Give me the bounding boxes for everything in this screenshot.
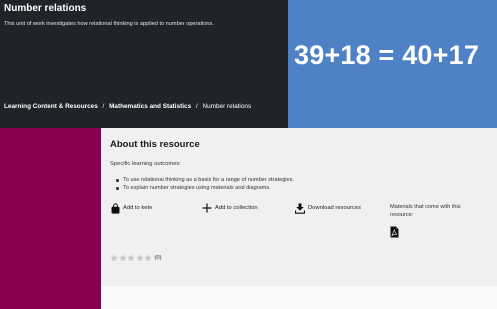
download-icon: [295, 203, 305, 214]
page-description: This unit of work investigates how relat…: [4, 21, 214, 27]
section-title: About this resource: [110, 139, 200, 150]
breadcrumb-separator: /: [102, 103, 105, 110]
add-to-kete-button[interactable]: Add to kete: [111, 202, 152, 214]
star-icon[interactable]: [127, 254, 135, 262]
side-color-band: [0, 128, 101, 309]
pdf-file-link[interactable]: [390, 225, 399, 243]
breadcrumb: Learning Content & Resources / Mathemati…: [4, 103, 251, 110]
page-title: Number relations: [4, 3, 87, 14]
rating-count: (0): [154, 255, 162, 261]
outcome-item: To explain number strategies using mater…: [115, 184, 294, 192]
star-icon[interactable]: [144, 254, 152, 262]
add-to-collection-button[interactable]: Add to collection: [202, 202, 258, 214]
bag-icon: [111, 202, 120, 214]
star-icon[interactable]: [118, 254, 127, 262]
outcome-item: To use relational thinking as a basis fo…: [115, 176, 294, 184]
materials-label: Materials that come with this resource:: [390, 204, 461, 218]
outcomes-label: Specific learning outcomes:: [110, 161, 181, 167]
star-icon[interactable]: [135, 254, 144, 262]
star-icon[interactable]: [110, 254, 118, 262]
outcomes-list: To use relational thinking as a basis fo…: [115, 176, 294, 192]
breadcrumb-separator: /: [195, 103, 198, 110]
hero-equation: 39+18 = 40+17: [294, 40, 480, 70]
hero-image: 39+18 = 40+17: [288, 0, 497, 128]
lower-content-area: [101, 286, 497, 309]
pdf-icon: [390, 226, 399, 238]
add-to-kete-label: Add to kete: [123, 205, 153, 211]
rating: (0): [110, 254, 162, 262]
plus-icon: [202, 203, 212, 213]
hero-banner: Number relations This unit of work inves…: [0, 0, 288, 128]
breadcrumb-learning-content[interactable]: Learning Content & Resources: [4, 103, 98, 110]
download-resources-button[interactable]: Download resources: [295, 202, 361, 214]
add-to-collection-label: Add to collection: [215, 205, 258, 211]
breadcrumb-current: Number relations: [202, 103, 252, 110]
about-resource-panel: About this resource Specific learning ou…: [101, 128, 497, 286]
breadcrumb-mathematics[interactable]: Mathematics and Statistics: [109, 103, 191, 110]
download-resources-label: Download resources: [308, 205, 361, 211]
